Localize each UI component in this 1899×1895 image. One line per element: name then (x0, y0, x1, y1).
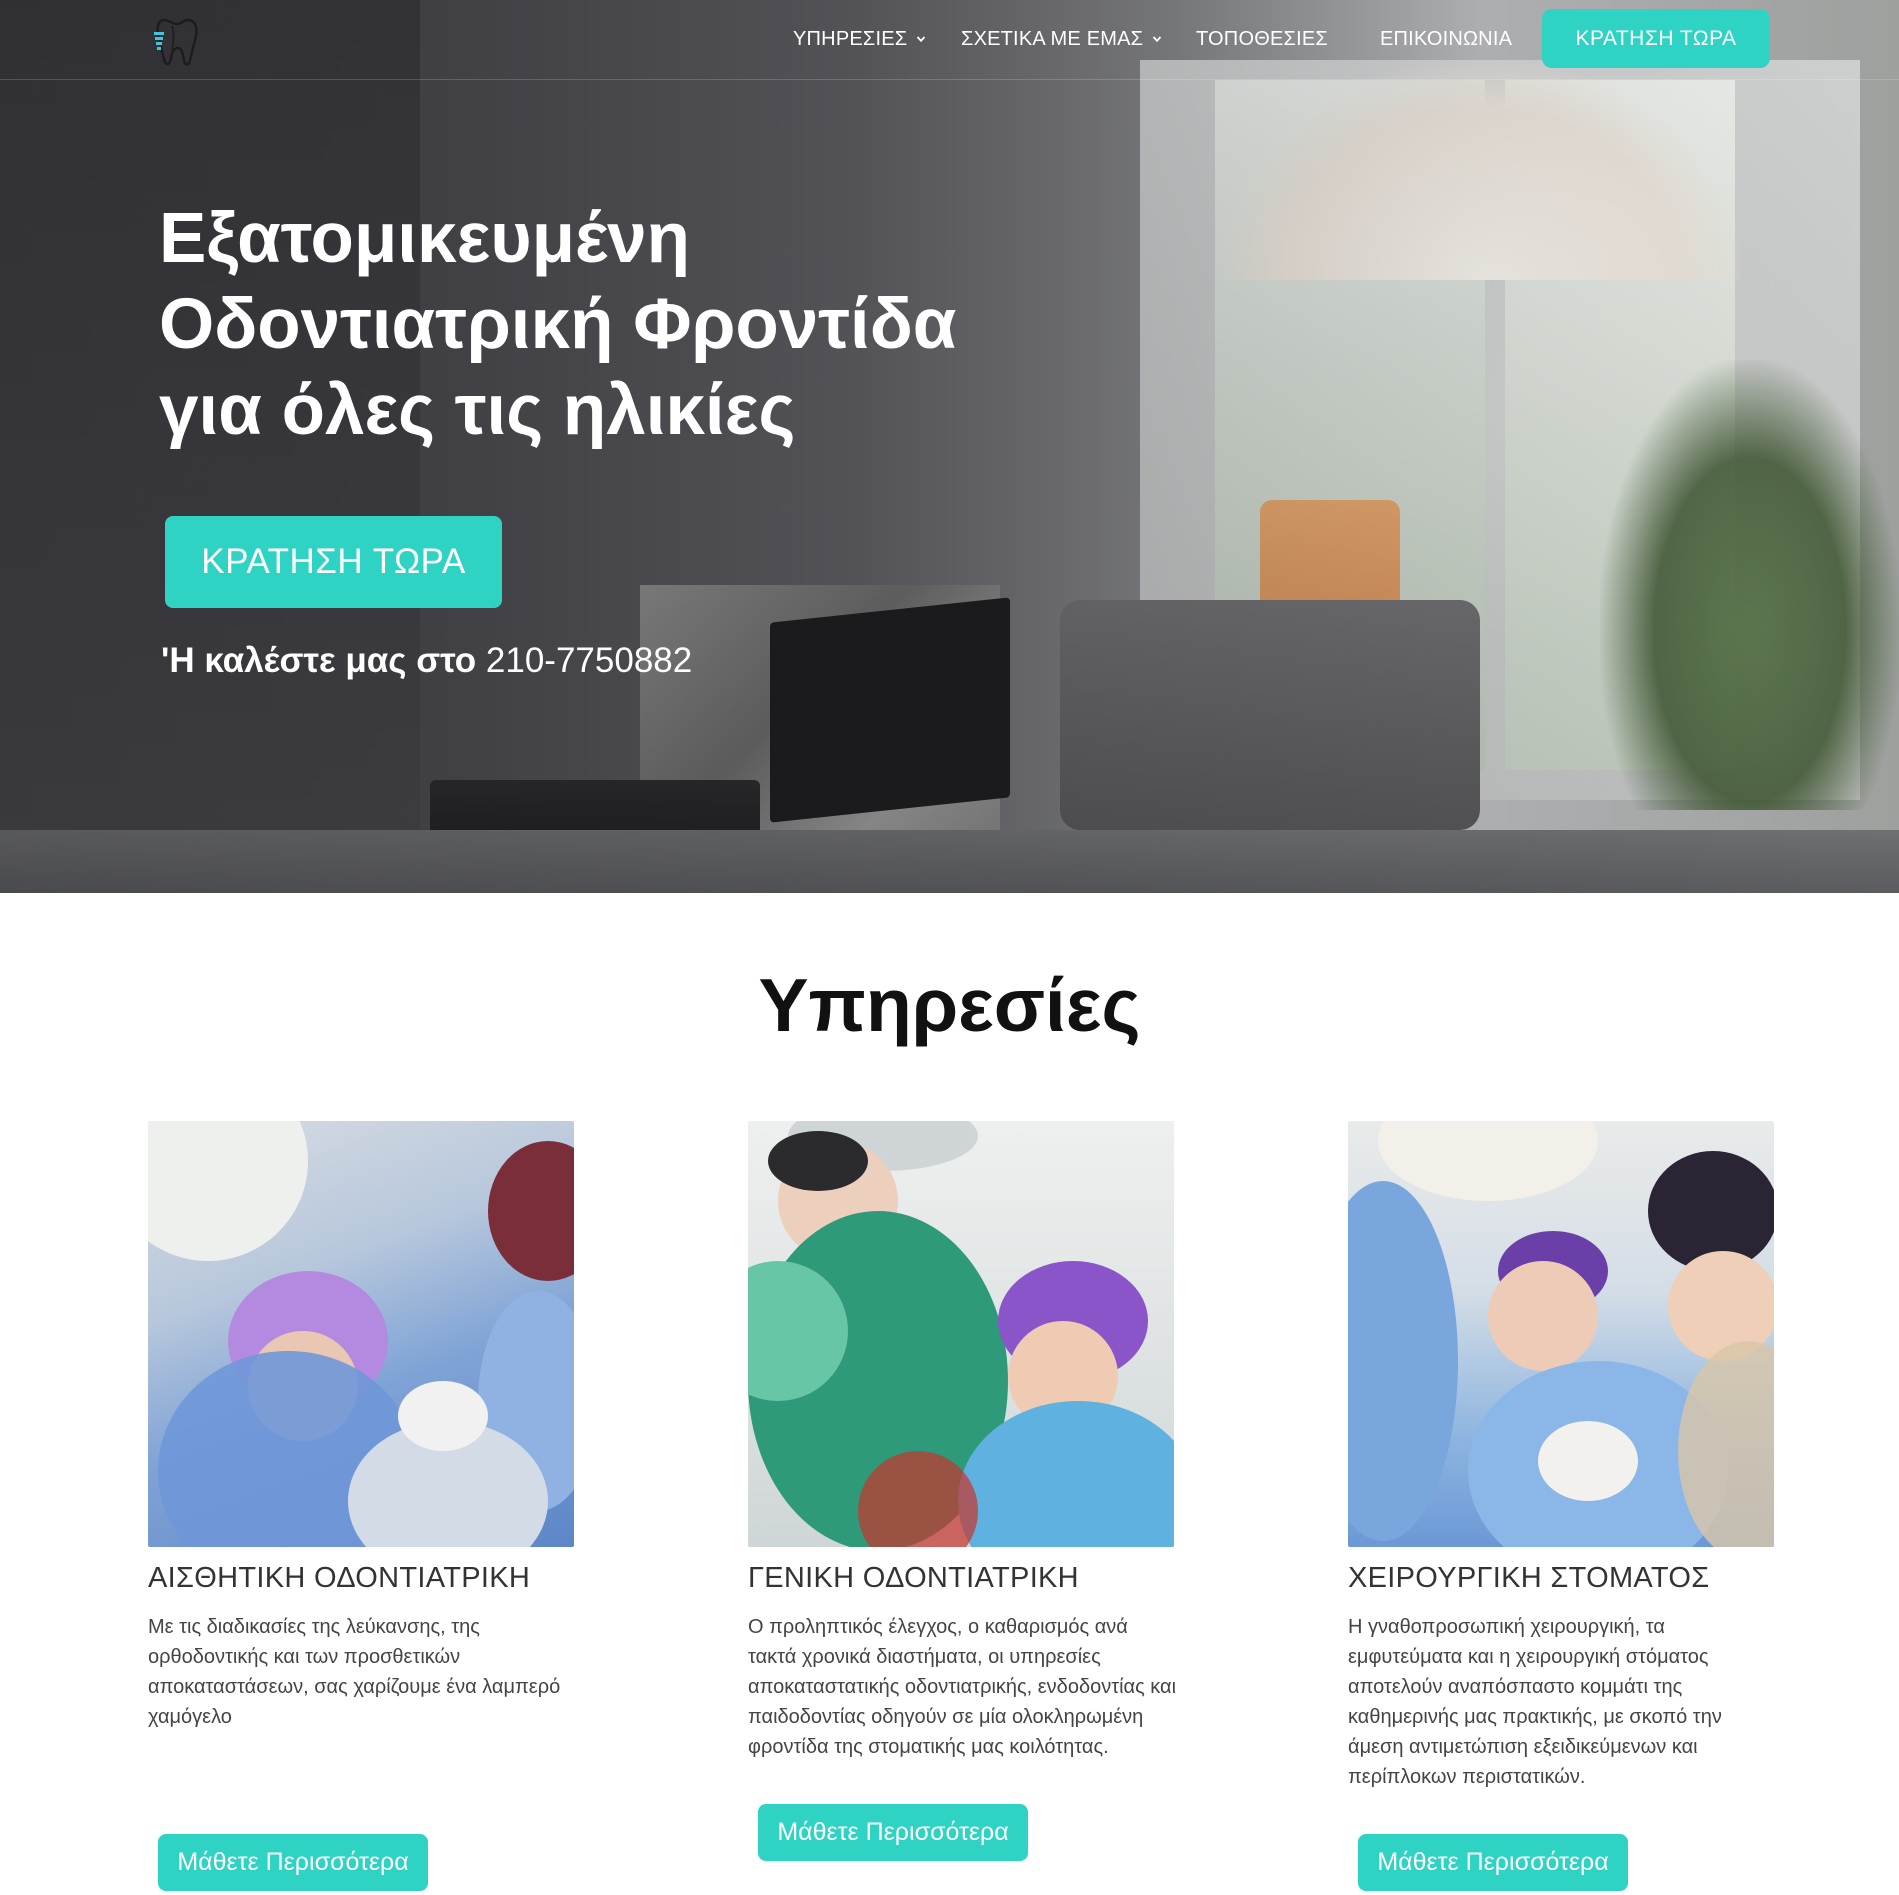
hero-phone-number[interactable]: 210-7750882 (486, 641, 692, 680)
nav-item-services[interactable]: ΥΠΗΡΕΣΙΕΣ (793, 0, 926, 78)
chevron-down-icon (917, 36, 926, 43)
service-title: ΑΙΣΘΗΤΙΚΗ ΟΔΟΝΤΙΑΤΡΙΚΗ (148, 1562, 531, 1594)
service-card-surgery: ΧΕΙΡΟΥΡΓΙΚΗ ΣΤΟΜΑΤΟΣ Η γναθοπροσωπική χε… (1348, 1121, 1774, 1891)
nav-item-about[interactable]: ΣΧΕΤΙΚΑ ΜΕ ΕΜΑΣ (961, 0, 1162, 78)
nav-label: ΣΧΕΤΙΚΑ ΜΕ ΕΜΑΣ (961, 27, 1144, 50)
service-photo-general[interactable] (748, 1121, 1174, 1547)
nav-item-contact[interactable]: ΕΠΙΚΟΙΝΩΝΙΑ (1380, 0, 1512, 78)
hero-phone-line: 'Η καλέστε μας στο 210-7750882 (161, 641, 692, 681)
tooth-logo-icon[interactable] (150, 10, 210, 70)
service-title: ΧΕΙΡΟΥΡΓΙΚΗ ΣΤΟΜΑΤΟΣ (1348, 1562, 1710, 1594)
service-title: ΓΕΝΙΚΗ ΟΔΟΝΤΙΑΤΡΙΚΗ (748, 1562, 1079, 1594)
service-description: Με τις διαδικασίες της λεύκανσης, της ορ… (148, 1616, 561, 1728)
service-photo-surgery[interactable] (1348, 1121, 1774, 1547)
nav-item-locations[interactable]: ΤΟΠΟΘΕΣΙΕΣ (1196, 0, 1328, 78)
hero-title-line: Εξατομικευμένη (159, 199, 690, 278)
site-header: ΥΠΗΡΕΣΙΕΣ ΣΧΕΤΙΚΑ ΜΕ ΕΜΑΣ ΤΟΠΟΘΕΣΙΕΣ ΕΠΙ… (0, 0, 1899, 80)
nav-label: ΕΠΙΚΟΙΝΩΝΙΑ (1380, 27, 1513, 50)
chevron-down-icon (1153, 36, 1162, 43)
hero-title-line: για όλες τις ηλικίες (159, 371, 796, 450)
learn-more-button[interactable]: Μάθετε Περισσότερα (758, 1804, 1028, 1861)
hero-title: Εξατομικευμένη Οδοντιατρική Φροντίδα για… (159, 196, 1019, 454)
service-card-aesthetic: ΑΙΣΘΗΤΙΚΗ ΟΔΟΝΤΙΑΤΡΙΚΗ Με τις διαδικασίε… (148, 1121, 574, 1891)
header-booking-button[interactable]: ΚΡΑΤΗΣΗ ΤΩΡΑ (1542, 9, 1770, 68)
hero-phone-lead: 'Η καλέστε μας στο (161, 641, 477, 680)
learn-more-button[interactable]: Μάθετε Περισσότερα (1358, 1834, 1628, 1891)
hero-booking-button[interactable]: ΚΡΑΤΗΣΗ ΤΩΡΑ (165, 516, 502, 608)
learn-more-button[interactable]: Μάθετε Περισσότερα (158, 1834, 428, 1891)
service-card-general: ΓΕΝΙΚΗ ΟΔΟΝΤΙΑΤΡΙΚΗ Ο προληπτικός έλεγχο… (748, 1121, 1176, 1861)
hero-title-line: Οδοντιατρική Φροντίδα (159, 285, 957, 364)
service-description: Η γναθοπροσωπική χειρουργική, τα εμφυτεύ… (1348, 1616, 1722, 1788)
nav-label: ΥΠΗΡΕΣΙΕΣ (793, 27, 908, 50)
nav-label: ΤΟΠΟΘΕΣΙΕΣ (1196, 27, 1328, 50)
service-photo-aesthetic[interactable] (148, 1121, 574, 1547)
services-title: Υπηρεσίες (758, 963, 1141, 1047)
service-description: Ο προληπτικός έλεγχος, ο καθαρισμός ανά … (748, 1616, 1177, 1758)
